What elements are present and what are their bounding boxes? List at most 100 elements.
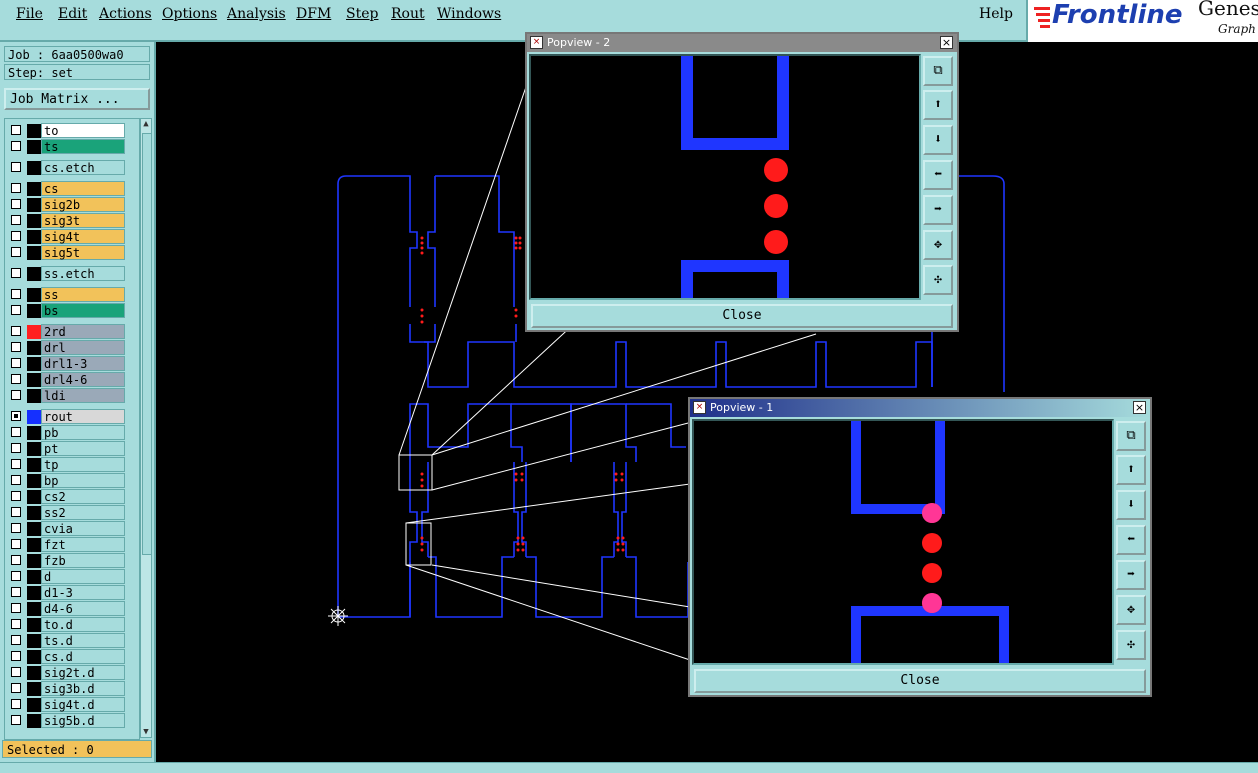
layer-checkbox[interactable] <box>11 491 21 501</box>
layer-name[interactable]: sig2t.d <box>41 665 125 680</box>
close-icon[interactable]: × <box>940 36 953 49</box>
layer-checkbox[interactable] <box>11 555 21 565</box>
layer-row-sig5t[interactable]: sig5t <box>7 245 127 261</box>
layer-color-swatch[interactable] <box>27 698 41 712</box>
layer-checkbox[interactable] <box>11 475 21 485</box>
layer-name[interactable]: pt <box>41 441 125 456</box>
layer-checkbox[interactable] <box>11 651 21 661</box>
layer-checkbox[interactable] <box>11 587 21 597</box>
layer-checkbox[interactable] <box>11 125 21 135</box>
layer-name[interactable]: drl <box>41 340 125 355</box>
layer-name[interactable]: ts.d <box>41 633 125 648</box>
layer-checkbox[interactable] <box>11 683 21 693</box>
layer-checkbox[interactable] <box>11 459 21 469</box>
layer-checkbox[interactable] <box>11 326 21 336</box>
layer-row-tp[interactable]: tp <box>7 457 127 473</box>
layer-name[interactable]: cs.d <box>41 649 125 664</box>
layer-color-swatch[interactable] <box>27 602 41 616</box>
pan-right-icon[interactable]: ➡ <box>1116 560 1146 590</box>
scroll-up-icon[interactable]: ▲ <box>141 119 151 129</box>
layer-row-2rd[interactable]: 2rd <box>7 324 127 340</box>
layer-name[interactable]: ss <box>41 287 125 302</box>
layer-color-swatch[interactable] <box>27 304 41 318</box>
layer-checkbox[interactable] <box>11 715 21 725</box>
window-menu-icon[interactable]: × <box>693 401 706 414</box>
layer-scrollbar[interactable]: ▲ ▼ <box>140 118 152 738</box>
layer-row-d[interactable]: d <box>7 569 127 585</box>
scroll-thumb[interactable] <box>142 133 152 555</box>
layer-row-bp[interactable]: bp <box>7 473 127 489</box>
layer-checkbox[interactable] <box>11 268 21 278</box>
layer-name[interactable]: cs <box>41 181 125 196</box>
menu-rout[interactable]: Rout <box>391 6 425 22</box>
menu-windows[interactable]: Windows <box>437 6 501 22</box>
popview-1-titlebar[interactable]: × Popview - 1 × <box>690 399 1150 417</box>
layer-color-swatch[interactable] <box>27 618 41 632</box>
layer-row-sig3b.d[interactable]: sig3b.d <box>7 681 127 697</box>
popview-2-view[interactable] <box>529 54 921 300</box>
layer-row-sig2b[interactable]: sig2b <box>7 197 127 213</box>
layer-row-ts.d[interactable]: ts.d <box>7 633 127 649</box>
layer-checkbox[interactable] <box>11 215 21 225</box>
layer-name[interactable]: d1-3 <box>41 585 125 600</box>
layer-color-swatch[interactable] <box>27 325 41 339</box>
layer-row-sig3t[interactable]: sig3t <box>7 213 127 229</box>
layer-color-swatch[interactable] <box>27 389 41 403</box>
pan-down-icon[interactable]: ⬇ <box>1116 490 1146 520</box>
layer-row-d1-3[interactable]: d1-3 <box>7 585 127 601</box>
layer-name[interactable]: sig5t <box>41 245 125 260</box>
layer-name[interactable]: fzb <box>41 553 125 568</box>
layer-checkbox[interactable] <box>11 390 21 400</box>
menu-step[interactable]: Step <box>346 6 378 22</box>
layer-row-pt[interactable]: pt <box>7 441 127 457</box>
layer-color-swatch[interactable] <box>27 373 41 387</box>
layer-color-swatch[interactable] <box>27 124 41 138</box>
layer-row-to.d[interactable]: to.d <box>7 617 127 633</box>
layer-checkbox[interactable] <box>11 247 21 257</box>
layer-color-swatch[interactable] <box>27 522 41 536</box>
layer-name[interactable]: cvia <box>41 521 125 536</box>
zoom-in-icon[interactable]: ✥ <box>923 230 953 260</box>
layer-checkbox[interactable] <box>11 603 21 613</box>
layer-checkbox[interactable] <box>11 374 21 384</box>
layer-color-swatch[interactable] <box>27 634 41 648</box>
layer-color-swatch[interactable] <box>27 214 41 228</box>
layer-checkbox[interactable] <box>11 427 21 437</box>
layer-checkbox[interactable] <box>11 141 21 151</box>
layer-name[interactable]: drl1-3 <box>41 356 125 371</box>
menu-edit[interactable]: Edit <box>58 6 87 22</box>
layer-row-ss[interactable]: ss <box>7 287 127 303</box>
layer-name[interactable]: tp <box>41 457 125 472</box>
layer-color-swatch[interactable] <box>27 714 41 728</box>
layer-row-sig4t[interactable]: sig4t <box>7 229 127 245</box>
menu-help[interactable]: Help <box>979 6 1013 22</box>
layer-checkbox[interactable] <box>11 667 21 677</box>
layer-checkbox[interactable] <box>11 305 21 315</box>
layer-color-swatch[interactable] <box>27 554 41 568</box>
pan-up-icon[interactable]: ⬆ <box>1116 455 1146 485</box>
layer-checkbox[interactable] <box>11 571 21 581</box>
layer-row-d4-6[interactable]: d4-6 <box>7 601 127 617</box>
layer-name[interactable]: sig4t.d <box>41 697 125 712</box>
layer-list[interactable]: to ts cs.etch cs sig2b sig3t sig4t sig5t ss.etch… <box>4 118 140 740</box>
layer-name[interactable]: drl4-6 <box>41 372 125 387</box>
zoom-fit-icon[interactable]: ⧉ <box>923 56 953 86</box>
layer-row-ss2[interactable]: ss2 <box>7 505 127 521</box>
close-icon[interactable]: × <box>1133 401 1146 414</box>
layer-color-swatch[interactable] <box>27 666 41 680</box>
layer-row-fzb[interactable]: fzb <box>7 553 127 569</box>
layer-name[interactable]: sig3t <box>41 213 125 228</box>
layer-row-cs[interactable]: cs <box>7 181 127 197</box>
layer-color-swatch[interactable] <box>27 682 41 696</box>
layer-row-drl1-3[interactable]: drl1-3 <box>7 356 127 372</box>
layer-color-swatch[interactable] <box>27 357 41 371</box>
layer-row-sig5b.d[interactable]: sig5b.d <box>7 713 127 729</box>
layer-name[interactable]: 2rd <box>41 324 125 339</box>
menu-analysis[interactable]: Analysis <box>227 6 286 22</box>
layer-name[interactable]: fzt <box>41 537 125 552</box>
layer-checkbox[interactable] <box>11 342 21 352</box>
layer-color-swatch[interactable] <box>27 426 41 440</box>
layer-name[interactable]: ss2 <box>41 505 125 520</box>
layer-row-to[interactable]: to <box>7 123 127 139</box>
popview-2-window[interactable]: × Popview - 2 × ⧉ ⬆ ⬇ ⬅ ➡ ✥ ✣ Close <box>525 32 959 332</box>
